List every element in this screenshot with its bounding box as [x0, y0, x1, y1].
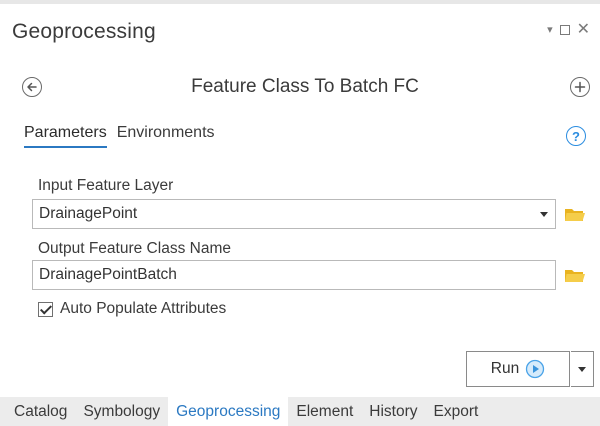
- folder-icon[interactable]: [564, 267, 586, 283]
- input-feature-layer-dropdown[interactable]: DrainagePoint: [32, 199, 556, 229]
- run-button[interactable]: Run: [466, 351, 570, 387]
- tab-geoprocessing[interactable]: Geoprocessing: [168, 397, 289, 426]
- output-feature-class-value: DrainagePointBatch: [39, 266, 177, 283]
- tab-symbology[interactable]: Symbology: [75, 397, 168, 426]
- run-options-dropdown[interactable]: [571, 351, 594, 387]
- tool-tabs: Parameters Environments: [24, 124, 215, 148]
- bottom-tab-bar: Catalog Symbology Geoprocessing Element …: [0, 397, 600, 426]
- add-tool-button[interactable]: [570, 77, 590, 97]
- help-icon[interactable]: ?: [566, 126, 586, 146]
- pane-top-edge: [0, 0, 600, 4]
- auto-populate-checkbox[interactable]: [38, 301, 53, 317]
- auto-populate-option: Auto Populate Attributes: [38, 300, 226, 318]
- play-icon: [526, 359, 545, 379]
- pane-title: Geoprocessing: [12, 20, 156, 43]
- tab-environments[interactable]: Environments: [117, 124, 215, 148]
- geoprocessing-pane: Geoprocessing ▾ ✕ Feature Class To Batch…: [0, 0, 600, 426]
- window-controls: ▾ ✕: [547, 22, 590, 38]
- plus-icon: [574, 81, 586, 93]
- pin-dropdown-icon[interactable]: ▾: [547, 22, 553, 38]
- input-feature-layer-value: DrainagePoint: [39, 205, 138, 222]
- folder-icon[interactable]: [564, 206, 586, 222]
- tool-title: Feature Class To Batch FC: [191, 76, 419, 97]
- maximize-icon[interactable]: [559, 25, 570, 35]
- output-feature-class-label: Output Feature Class Name: [38, 240, 231, 257]
- tab-export[interactable]: Export: [426, 397, 487, 426]
- tab-element[interactable]: Element: [288, 397, 361, 426]
- tab-parameters[interactable]: Parameters: [24, 124, 107, 148]
- chevron-down-icon: [578, 367, 586, 372]
- tab-history[interactable]: History: [361, 397, 425, 426]
- input-feature-layer-label: Input Feature Layer: [38, 177, 174, 194]
- close-icon[interactable]: ✕: [577, 22, 590, 38]
- run-label: Run: [490, 360, 520, 377]
- auto-populate-label: Auto Populate Attributes: [60, 300, 227, 317]
- output-feature-class-input[interactable]: DrainagePointBatch: [32, 260, 556, 290]
- chevron-down-icon[interactable]: [540, 212, 548, 217]
- tool-header: Feature Class To Batch FC: [0, 70, 600, 106]
- tab-catalog[interactable]: Catalog: [6, 397, 75, 426]
